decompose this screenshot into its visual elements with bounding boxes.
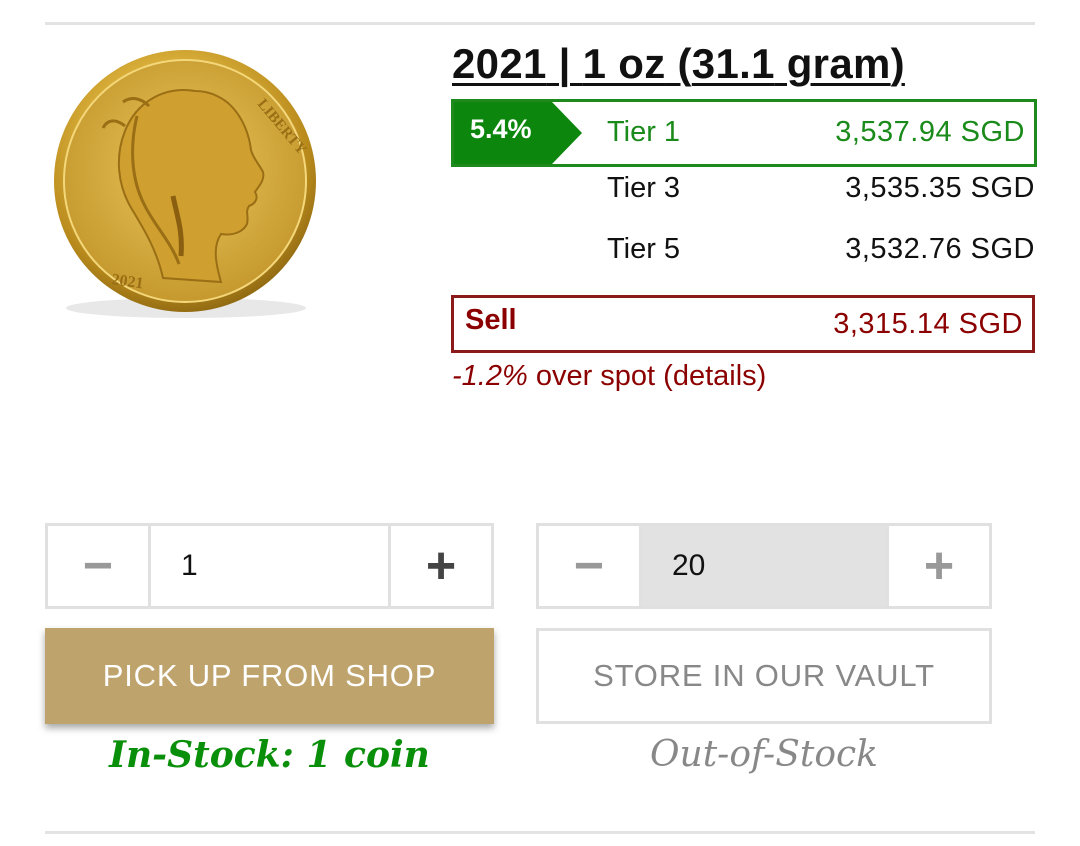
pickup-decrement-button[interactable]: − — [48, 526, 148, 606]
vault-decrement-button[interactable]: − — [539, 526, 639, 606]
product-title[interactable]: 2021 | 1 oz (31.1 gram) — [452, 40, 905, 88]
minus-icon: − — [573, 537, 605, 595]
spot-percent: -1.2% — [452, 360, 528, 392]
coin-image: LIBERTY 2021 — [54, 50, 316, 318]
pickup-stock-status: In-Stock: 1 coin — [109, 734, 430, 776]
tier-1-row: 5.4% Tier 1 3,537.94 SGD — [451, 99, 1037, 167]
pick-up-from-shop-button[interactable]: PICK UP FROM SHOP — [45, 628, 494, 724]
spot-premium-link[interactable]: -1.2% over spot (details) — [452, 360, 766, 393]
top-divider — [45, 22, 1035, 25]
vault-quantity-input[interactable]: 20 — [639, 526, 889, 606]
tier-3-price: 3,535.35 SGD — [845, 172, 1035, 204]
sell-label: Sell — [465, 304, 517, 336]
tier-5-price: 3,532.76 SGD — [845, 233, 1035, 265]
title-paren-open: ( — [665, 40, 692, 87]
sell-price: 3,315.14 SGD — [833, 308, 1023, 340]
sell-box: Sell 3,315.14 SGD — [451, 295, 1035, 353]
title-grams[interactable]: 31.1 — [692, 40, 775, 87]
pickup-quantity-stepper: − 1 + — [45, 523, 494, 609]
pickup-increment-button[interactable]: + — [391, 526, 491, 606]
tier-1-price: 3,537.94 SGD — [835, 116, 1025, 148]
vault-increment-button[interactable]: + — [889, 526, 989, 606]
premium-badge-text: 5.4% — [470, 114, 532, 144]
minus-icon: − — [82, 537, 114, 595]
spot-details-text[interactable]: over spot (details) — [528, 360, 767, 392]
title-weight[interactable]: 1 oz — [583, 40, 666, 87]
plus-icon: + — [425, 537, 457, 595]
title-separator: | — [546, 40, 583, 87]
tier-1-label: Tier 1 — [607, 116, 681, 148]
vault-quantity-stepper: − 20 + — [536, 523, 992, 609]
title-year[interactable]: 2021 — [452, 40, 547, 87]
bottom-divider — [45, 831, 1035, 834]
tier-3-label: Tier 3 — [607, 172, 681, 204]
title-paren-close: ) — [890, 40, 905, 87]
vault-stock-status: Out-of-Stock — [650, 734, 878, 775]
pickup-quantity-input[interactable]: 1 — [148, 526, 391, 606]
tier-5-label: Tier 5 — [607, 233, 681, 265]
store-in-vault-button[interactable]: STORE IN OUR VAULT — [536, 628, 992, 724]
plus-icon: + — [923, 537, 955, 595]
title-gram-unit: gram — [774, 40, 891, 87]
premium-badge: 5.4% — [454, 102, 582, 164]
